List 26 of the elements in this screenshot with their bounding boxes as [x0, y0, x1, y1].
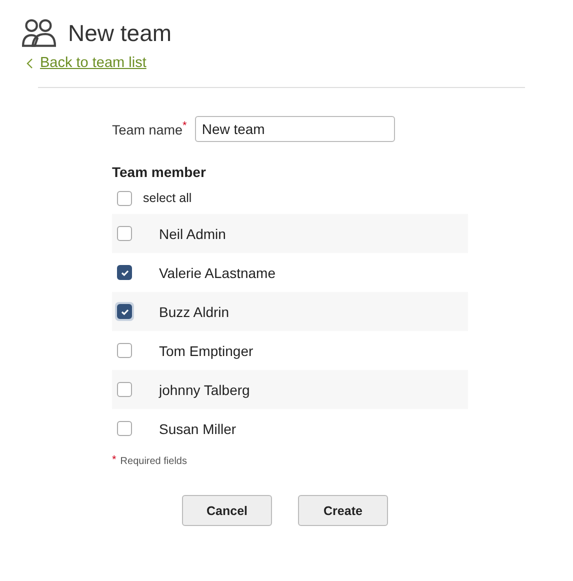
member-checkbox[interactable] [117, 265, 132, 280]
people-icon [22, 18, 56, 48]
select-all-label: select all [143, 191, 192, 205]
required-note: Required fields [120, 456, 187, 467]
member-name: Susan Miller [159, 420, 236, 436]
members-heading: Team member [112, 164, 207, 180]
chevron-left-icon [26, 58, 33, 68]
member-name: Neil Admin [159, 226, 226, 242]
member-checkbox[interactable] [117, 226, 132, 241]
member-name: Buzz Aldrin [159, 304, 230, 320]
member-name: johnny Talberg [159, 382, 250, 398]
member-checkbox[interactable] [117, 382, 132, 397]
select-all-checkbox[interactable] [117, 190, 132, 206]
team-name-field[interactable]: New team [194, 116, 395, 142]
back-link[interactable]: Back to team list [40, 55, 146, 71]
cancel-button[interactable]: Cancel [182, 495, 272, 526]
create-button[interactable]: Create [298, 495, 388, 526]
check-icon [120, 268, 130, 278]
member-name: Valerie ALastname [159, 264, 276, 280]
member-checkbox[interactable] [117, 421, 132, 436]
team-name-label: Team name$^{*}$ [112, 120, 187, 138]
member-checkbox[interactable] [117, 343, 132, 358]
check-icon [120, 306, 130, 316]
required-mark: * [112, 454, 116, 466]
member-name: Tom Emptinger [159, 342, 254, 358]
page-title: New team [68, 20, 172, 46]
